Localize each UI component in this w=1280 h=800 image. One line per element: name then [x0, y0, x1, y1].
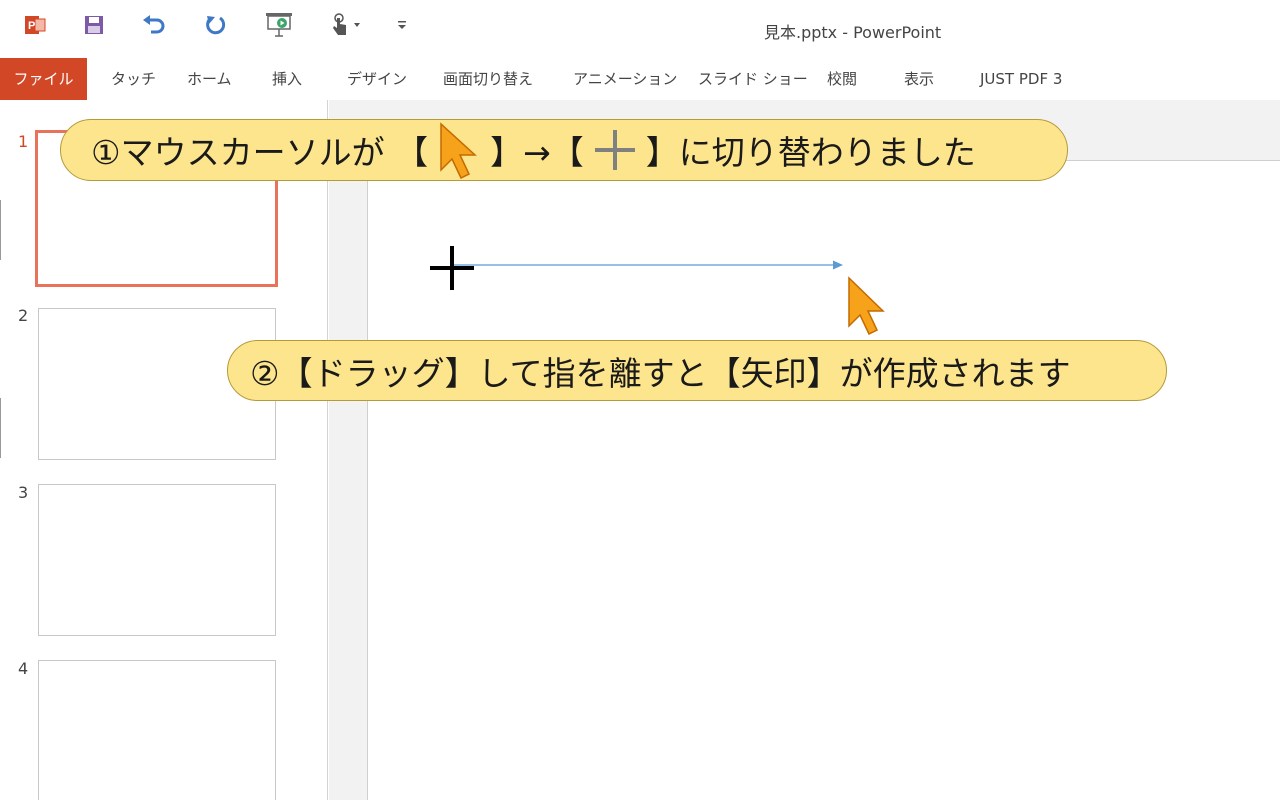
- slide-number: 1: [18, 132, 29, 151]
- tab-design[interactable]: デザイン: [347, 58, 407, 100]
- window-title: 見本.pptx - PowerPoint: [764, 23, 942, 42]
- tab-view[interactable]: 表示: [904, 58, 934, 100]
- slide-number: 4: [18, 659, 29, 678]
- redo-icon[interactable]: [202, 8, 230, 42]
- start-from-beginning-icon[interactable]: [264, 8, 294, 42]
- tab-insert[interactable]: 挿入: [272, 58, 302, 100]
- instruction-callout-1: ①マウスカーソルが 【 】→【 】に切り替わりました: [60, 119, 1068, 181]
- slide-thumbnail-3[interactable]: [38, 484, 276, 636]
- tab-review[interactable]: 校閲: [827, 58, 857, 100]
- callout-1-prefix: ①マウスカーソルが 【: [91, 133, 429, 172]
- slide-thumbnail-pane: 1 2 3 4: [0, 100, 328, 800]
- crosshair-icon: [584, 125, 646, 175]
- tab-file[interactable]: ファイル: [0, 58, 87, 100]
- save-icon[interactable]: [80, 8, 108, 42]
- slide-number: 3: [18, 483, 29, 502]
- svg-text:P: P: [28, 20, 35, 32]
- crosshair-cursor-icon: [430, 246, 474, 290]
- arrow-cursor-icon: [848, 276, 885, 336]
- slide-thumbnail-4[interactable]: [38, 660, 276, 800]
- touch-mouse-mode-icon[interactable]: [328, 8, 364, 42]
- slide-number: 2: [18, 306, 29, 325]
- arrow-pointer-icon: [428, 122, 490, 180]
- tab-transitions[interactable]: 画面切り替え: [443, 58, 533, 100]
- tab-touch[interactable]: タッチ: [111, 58, 156, 100]
- instruction-callout-2: ②【ドラッグ】して指を離すと【矢印】が作成されます: [227, 340, 1167, 401]
- callout-2-text: ②【ドラッグ】して指を離すと【矢印】が作成されます: [250, 353, 1071, 393]
- slide-editor: [329, 100, 1280, 800]
- drawn-arrow[interactable]: [440, 255, 850, 275]
- title-bar: P 見本.pptx - PowerPoint: [0, 0, 1280, 58]
- ribbon-tab-bar: ファイル タッチ ホーム 挿入 デザイン 画面切り替え アニメーション スライド…: [0, 58, 1280, 100]
- undo-icon[interactable]: [140, 8, 168, 42]
- tab-animations[interactable]: アニメーション: [573, 58, 677, 100]
- callout-1-middle: 】→【: [490, 133, 584, 172]
- powerpoint-logo-icon[interactable]: P: [20, 8, 50, 42]
- tab-slide-show[interactable]: スライド ショー: [698, 58, 808, 100]
- tab-just-pdf[interactable]: JUST PDF 3: [980, 58, 1062, 100]
- tab-home[interactable]: ホーム: [187, 58, 232, 100]
- callout-1-suffix: 】に切り替わりました: [645, 133, 976, 172]
- customize-qat-icon[interactable]: [394, 8, 410, 42]
